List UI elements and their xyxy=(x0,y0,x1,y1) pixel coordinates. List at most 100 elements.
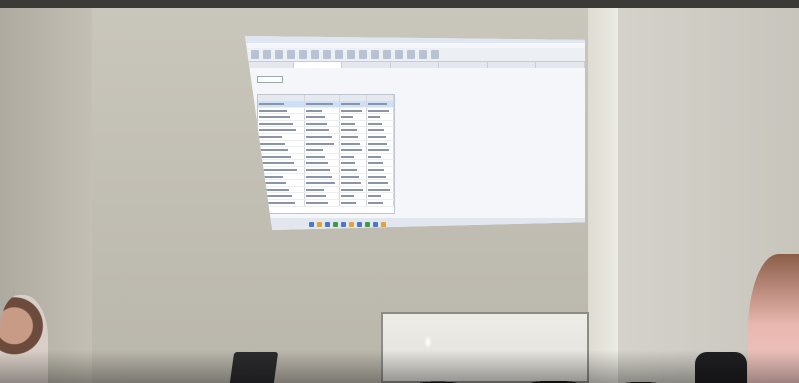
grid-row xyxy=(258,199,395,207)
blurred-text xyxy=(340,109,362,112)
grid-rows xyxy=(258,101,395,207)
grid-cell xyxy=(340,120,367,127)
toolbar-icon xyxy=(323,50,331,59)
toolbar-icon xyxy=(371,50,379,59)
blurred-text xyxy=(259,155,292,158)
taskbar-app-icon xyxy=(357,221,362,227)
grid-cell xyxy=(305,107,340,114)
grid-cell xyxy=(258,133,305,140)
classroom-scene xyxy=(0,0,799,383)
blurred-text xyxy=(305,135,332,138)
blurred-text xyxy=(305,201,329,204)
blurred-text xyxy=(259,116,291,119)
blurred-text xyxy=(340,135,359,138)
toolbar-icon xyxy=(263,50,271,59)
blurred-text xyxy=(305,168,330,171)
grid-cell xyxy=(340,107,367,114)
blurred-text xyxy=(340,103,360,105)
taskbar-app-icon xyxy=(381,221,386,227)
grid-row xyxy=(258,166,395,174)
blurred-text xyxy=(259,129,297,132)
grid-row xyxy=(258,147,395,154)
blurred-text xyxy=(259,142,285,145)
blurred-text xyxy=(367,116,381,119)
taskbar-app-icon xyxy=(317,221,322,227)
toolbar-icon xyxy=(251,50,259,59)
projected-tab xyxy=(245,62,294,68)
blurred-text xyxy=(367,168,385,171)
blurred-text xyxy=(367,122,383,125)
grid-cell xyxy=(367,101,395,107)
blurred-text xyxy=(305,103,334,105)
projected-tab xyxy=(488,62,537,68)
grid-cell xyxy=(258,120,305,127)
grid-cell xyxy=(340,173,367,180)
blurred-text xyxy=(340,122,355,125)
ceiling xyxy=(0,0,799,8)
blurred-text xyxy=(259,103,284,105)
grid-cell xyxy=(258,140,305,147)
blurred-text xyxy=(259,122,294,125)
blurred-text xyxy=(259,168,298,171)
blurred-text xyxy=(367,155,381,158)
blurred-text xyxy=(340,149,362,152)
grid-row xyxy=(258,140,395,148)
grid-cell xyxy=(305,140,340,147)
grid-cell xyxy=(305,153,340,160)
grid-cell xyxy=(258,107,305,114)
blurred-text xyxy=(340,162,356,165)
toolbar-icon xyxy=(431,50,439,59)
projected-statusbar xyxy=(265,212,565,216)
blurred-text xyxy=(340,155,354,158)
blurred-text xyxy=(340,195,355,198)
grid-cell xyxy=(258,114,305,120)
grid-row xyxy=(258,160,395,167)
toolbar-icon xyxy=(419,50,427,59)
grid-row xyxy=(258,153,395,161)
grid-row xyxy=(258,173,395,181)
blurred-text xyxy=(367,103,387,105)
grid-cell xyxy=(340,166,367,173)
filter-input xyxy=(257,75,283,83)
grid-cell xyxy=(340,101,367,107)
grid-row xyxy=(258,186,395,194)
grid-row xyxy=(258,193,395,200)
blurred-text xyxy=(367,142,388,145)
grid-cell xyxy=(305,114,340,120)
toolbar-icon xyxy=(299,50,307,59)
floor-shadow xyxy=(0,350,799,383)
projected-tab xyxy=(439,62,488,68)
grid-cell xyxy=(305,193,340,199)
blurred-text xyxy=(259,149,288,152)
projected-tab-strip xyxy=(245,62,585,68)
grid-cell xyxy=(367,180,395,186)
grid-cell xyxy=(367,153,395,160)
grid-cell xyxy=(305,127,340,133)
blurred-text xyxy=(340,129,357,132)
taskbar-app-icon xyxy=(333,221,338,227)
grid-cell xyxy=(340,133,367,140)
blurred-text xyxy=(305,142,334,145)
blurred-text xyxy=(305,182,335,185)
grid-row xyxy=(258,180,395,187)
grid-cell xyxy=(367,147,395,153)
projected-toolbar xyxy=(245,48,585,62)
taskbar-app-icon xyxy=(309,221,314,227)
light-glare xyxy=(424,335,432,349)
blurred-text xyxy=(305,188,324,191)
blurred-text xyxy=(367,195,382,198)
blurred-text xyxy=(259,162,295,165)
grid-cell xyxy=(367,120,395,127)
grid-cell xyxy=(258,153,305,160)
grid-cell xyxy=(305,173,340,180)
blurred-text xyxy=(305,109,323,112)
taskbar-app-icon xyxy=(349,221,354,227)
grid-cell xyxy=(367,186,395,193)
blurred-text xyxy=(367,188,390,191)
grid-cell xyxy=(305,133,340,140)
blurred-text xyxy=(305,155,326,158)
grid-cell xyxy=(305,120,340,127)
blurred-text xyxy=(340,142,361,145)
taskbar-app-icon xyxy=(325,221,330,227)
grid-cell xyxy=(367,193,395,199)
